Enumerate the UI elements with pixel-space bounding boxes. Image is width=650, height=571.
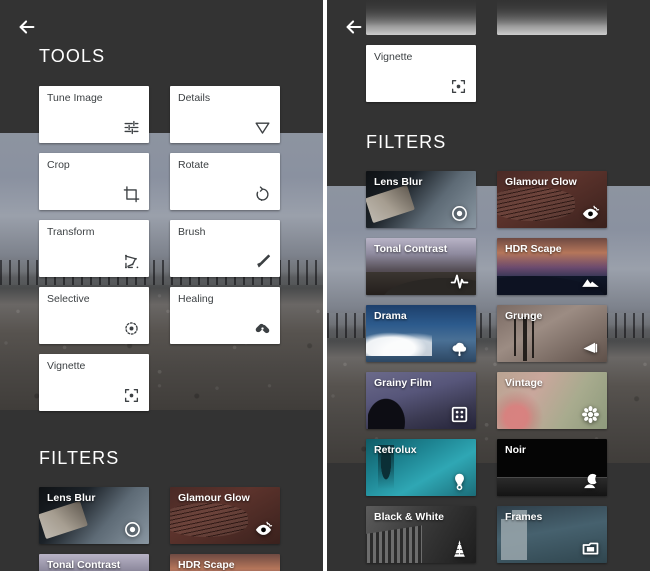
healing-icon: [252, 318, 273, 339]
megaphone-icon: [580, 337, 600, 357]
waveform-icon: [449, 270, 469, 290]
filter-card-hdr-scape[interactable]: HDR Scape: [497, 238, 607, 295]
arrow-back-icon: [16, 16, 38, 38]
filter-card-label: Frames: [505, 511, 543, 523]
filter-card-vintage[interactable]: Vintage: [497, 372, 607, 429]
tool-card-label: Brush: [178, 226, 206, 238]
crop-icon: [121, 184, 142, 205]
brush-icon: [252, 251, 273, 272]
filters-grid-right: Lens Blur Glamour Glow Tonal Contrast HDR S…: [366, 171, 607, 563]
cloud-icon: [449, 337, 469, 357]
triangle-down-icon: [252, 117, 273, 138]
filter-card-black-white[interactable]: Black & White: [366, 506, 476, 563]
filter-card-noir[interactable]: Noir: [497, 439, 607, 496]
tool-card-vignette[interactable]: Vignette: [366, 45, 476, 102]
eye-icon: [253, 519, 273, 539]
filter-card-label: Glamour Glow: [178, 492, 250, 504]
filter-card-label: Black & White: [374, 511, 445, 523]
tool-card-selective[interactable]: Selective: [39, 287, 149, 344]
tower-icon: [449, 538, 469, 558]
filter-card-label: Grainy Film: [374, 377, 432, 389]
tool-card-label: Transform: [47, 226, 95, 238]
filter-card-label: Lens Blur: [374, 176, 423, 188]
rotate-icon: [252, 184, 273, 205]
arrow-back-icon: [343, 16, 365, 38]
tool-card-label: Vignette: [47, 360, 86, 372]
filter-card-label: Drama: [374, 310, 407, 322]
aperture-icon: [449, 203, 469, 223]
filter-card-frames[interactable]: Frames: [497, 506, 607, 563]
tool-card-rotate[interactable]: Rotate: [170, 153, 280, 210]
filter-card-label: Grunge: [505, 310, 543, 322]
filter-card-retrolux[interactable]: Retrolux: [366, 439, 476, 496]
app-screen: TOOLS Tune Image Details Crop Rotate Transfo…: [0, 0, 650, 571]
tool-card-selective[interactable]: Selective: [366, 0, 476, 35]
filter-card-tonal-contrast[interactable]: Tonal Contrast: [366, 238, 476, 295]
tool-card-label: Details: [178, 92, 211, 104]
tool-card-label: Vignette: [374, 51, 413, 63]
filters-heading-left: FILTERS: [39, 448, 120, 468]
tool-card-label: Rotate: [178, 159, 209, 171]
tool-card-label: Selective: [47, 293, 90, 305]
filters-heading-right: FILTERS: [366, 132, 447, 152]
lightbulb-icon: [449, 471, 469, 491]
mountains-icon: [580, 270, 600, 290]
filter-card-hdr-scape[interactable]: HDR Scape: [170, 554, 280, 571]
flower-icon: [580, 404, 600, 424]
filter-card-label: Vintage: [505, 377, 543, 389]
filter-card-label: Lens Blur: [47, 492, 96, 504]
left-panel: TOOLS Tune Image Details Crop Rotate Transfo…: [0, 0, 323, 571]
tools-grid: Tune Image Details Crop Rotate Transform Brus…: [39, 86, 280, 411]
tool-card-brush[interactable]: Brush: [170, 220, 280, 277]
eye-icon: [580, 203, 600, 223]
filter-card-lens-blur[interactable]: Lens Blur: [366, 171, 476, 228]
scrolled-tools-grid: Selective Healing Vignette: [366, 0, 607, 102]
filter-card-label: HDR Scape: [178, 559, 235, 571]
aperture-icon: [122, 519, 142, 539]
tune-icon: [121, 117, 142, 138]
right-panel: Selective Healing Vignette FILTERS Lens Bl…: [327, 0, 650, 571]
filter-card-lens-blur[interactable]: Lens Blur: [39, 487, 149, 544]
selective-icon: [121, 318, 142, 339]
tool-card-transform[interactable]: Transform: [39, 220, 149, 277]
transform-icon: [121, 251, 142, 272]
filter-card-label: Noir: [505, 444, 526, 456]
tool-card-label: Crop: [47, 159, 70, 171]
filter-card-label: Glamour Glow: [505, 176, 577, 188]
filter-card-tonal-contrast[interactable]: Tonal Contrast: [39, 554, 149, 571]
filter-card-label: Retrolux: [374, 444, 417, 456]
filter-card-label: HDR Scape: [505, 243, 562, 255]
tool-card-label: Healing: [178, 293, 214, 305]
tool-card-tune-image[interactable]: Tune Image: [39, 86, 149, 143]
tool-card-crop[interactable]: Crop: [39, 153, 149, 210]
tool-card-healing[interactable]: Healing: [497, 0, 607, 35]
back-button[interactable]: [337, 10, 371, 44]
moon-icon: [580, 471, 600, 491]
filter-card-drama[interactable]: Drama: [366, 305, 476, 362]
filter-card-label: Tonal Contrast: [47, 559, 121, 571]
back-button[interactable]: [10, 10, 44, 44]
filter-card-glamour-glow[interactable]: Glamour Glow: [170, 487, 280, 544]
frame-icon: [580, 538, 600, 558]
grain-icon: [449, 404, 469, 424]
tool-card-details[interactable]: Details: [170, 86, 280, 143]
filters-grid-left: Lens Blur Glamour Glow Tonal Contrast HDR S…: [39, 487, 280, 571]
tool-card-healing[interactable]: Healing: [170, 287, 280, 344]
tool-card-vignette[interactable]: Vignette: [39, 354, 149, 411]
tools-heading: TOOLS: [39, 46, 106, 66]
filter-card-grainy-film[interactable]: Grainy Film: [366, 372, 476, 429]
filter-card-glamour-glow[interactable]: Glamour Glow: [497, 171, 607, 228]
tool-card-label: Tune Image: [47, 92, 103, 104]
vignette-icon: [121, 385, 142, 406]
vignette-icon: [448, 76, 469, 97]
filter-card-label: Tonal Contrast: [374, 243, 448, 255]
filter-card-grunge[interactable]: Grunge: [497, 305, 607, 362]
